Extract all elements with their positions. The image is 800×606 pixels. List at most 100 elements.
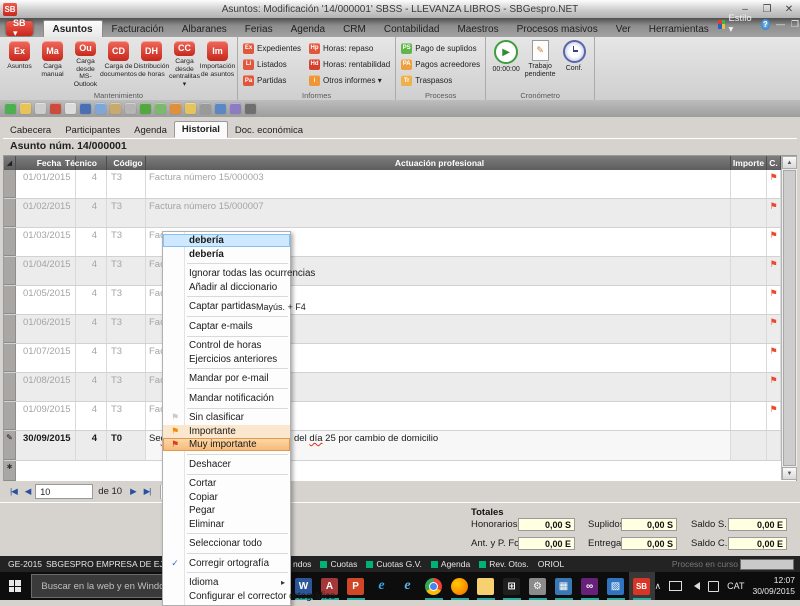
ribbon-button-traspasos[interactable]: TrTraspasos xyxy=(399,73,482,89)
start-button[interactable] xyxy=(0,572,29,600)
ribbon-tab-procesos-masivos[interactable]: Procesos masivos xyxy=(508,21,607,37)
scroll-up-icon[interactable]: ▲ xyxy=(782,156,797,169)
table-icon[interactable] xyxy=(215,103,226,114)
table-row-new[interactable]: ✱ xyxy=(4,461,796,482)
ribbon-tab-maestros[interactable]: Maestros xyxy=(448,21,507,37)
ribbon-button-pagos-acreedores[interactable]: PAPagos acreedores xyxy=(399,56,482,72)
cell-clasificacion[interactable]: ⚑ xyxy=(767,170,781,198)
menu-item-sin-clasificar[interactable]: ⚑Sin clasificar xyxy=(163,411,290,424)
column-header-codigo[interactable]: Código xyxy=(107,156,146,170)
menu-item-ejercicios-anteriores[interactable]: Ejercicios anteriores xyxy=(163,352,290,365)
table-row[interactable]: 01/06/20154T3Factu⚑ xyxy=(4,315,796,344)
ribbon-tab-asuntos[interactable]: Asuntos xyxy=(43,20,103,37)
ribbon-button-horas-repaso[interactable]: HpHoras: repaso xyxy=(307,40,392,56)
row-selector[interactable] xyxy=(4,373,16,401)
cell-clasificacion[interactable]: ⚑ xyxy=(767,257,781,285)
maximize-button[interactable]: ❐ xyxy=(756,2,778,17)
tab-participantes[interactable]: Participantes xyxy=(58,123,127,138)
taskbar-app-photos[interactable]: ▨ xyxy=(603,572,629,600)
taskbar-app-remote-desktop[interactable]: ▦ xyxy=(551,572,577,600)
ribbon-button-importación-de-asuntos[interactable]: ImImportación de asuntos xyxy=(202,40,233,89)
tab-historial[interactable]: Historial xyxy=(174,121,228,138)
first-record-button[interactable]: |◀ xyxy=(7,486,20,497)
menu-item-captar-partidas[interactable]: Captar partidasMayús. + F4 xyxy=(163,300,290,313)
ribbon-button-partidas[interactable]: PaPartidas xyxy=(241,73,303,89)
ribbon-tab-herramientas[interactable]: Herramientas xyxy=(640,21,718,37)
cell-clasificacion[interactable] xyxy=(767,431,781,460)
table-row[interactable]: 01/03/20154T3Factura número 15/000010⚑ xyxy=(4,228,796,257)
taskbar-app-powerpoint[interactable]: P xyxy=(343,572,369,600)
ribbon-button-otros-informes[interactable]: iOtros informes ▾ xyxy=(307,73,392,89)
ribbon-button-horas-rentabilidad[interactable]: HdHoras: rentabilidad xyxy=(307,56,392,72)
new-row-selector[interactable]: ✱ xyxy=(4,461,16,481)
close-button[interactable]: ✕ xyxy=(778,2,800,17)
menu-item-deber-a[interactable]: debería xyxy=(163,234,290,247)
cell-clasificacion[interactable]: ⚑ xyxy=(767,344,781,372)
taskbar-app-internet-explorer[interactable]: e xyxy=(395,572,421,600)
table-row[interactable]: 01/07/20154T3Factu⚑ xyxy=(4,344,796,373)
action-center-icon[interactable] xyxy=(708,581,719,592)
timer-start-button[interactable]: ▶00:00:00 xyxy=(489,40,523,74)
menu-item-configurar-el-corrector-ortogr-fico[interactable]: Configurar el corrector ortográfico xyxy=(163,589,290,602)
cell-clasificacion[interactable]: ⚑ xyxy=(767,402,781,430)
ribbon-button-listados[interactable]: LiListados xyxy=(241,56,303,72)
table-row[interactable]: 01/05/20154T3Factu⚑ xyxy=(4,286,796,315)
scrollbar-thumb[interactable] xyxy=(783,170,796,466)
cell-clasificacion[interactable]: ⚑ xyxy=(767,286,781,314)
ribbon-button-carga-manual[interactable]: MaCarga manual xyxy=(37,40,68,89)
cut-icon[interactable] xyxy=(125,103,136,114)
table-row[interactable]: 01/02/20154T3Factura número 15/000007⚑ xyxy=(4,199,796,228)
tray-chevron-icon[interactable]: ∧ xyxy=(655,581,662,592)
taskbar-app-edge[interactable]: e xyxy=(369,572,395,600)
row-selector[interactable] xyxy=(4,315,16,343)
tab-doc-económica[interactable]: Doc. económica xyxy=(228,123,310,138)
menu-item-deshacer[interactable]: Deshacer xyxy=(163,458,290,471)
menu-item-mandar-por-e-mail[interactable]: Mandar por e-mail xyxy=(163,372,290,385)
prev-record-button[interactable]: ◀ xyxy=(22,486,34,497)
taskbar-app-chrome[interactable] xyxy=(421,572,447,600)
cronometro-conf-button[interactable]: Conf. xyxy=(557,40,591,73)
trabajo-pendiente-button[interactable]: ✎Trabajo pendiente xyxy=(523,40,557,79)
scroll-down-icon[interactable]: ▼ xyxy=(782,467,797,480)
report-icon[interactable] xyxy=(170,103,181,114)
ribbon-tab-ferias[interactable]: Ferias xyxy=(236,21,282,37)
refresh-icon[interactable] xyxy=(140,103,151,114)
menu-item-deber-a[interactable]: debería xyxy=(163,247,290,260)
ribbon-button-carga-desde-ms-outlook[interactable]: OuCarga desde MS-Outlook xyxy=(70,40,101,89)
menu-item-pegar[interactable]: Pegar xyxy=(163,504,290,517)
connect-icon[interactable] xyxy=(5,103,16,114)
column-header-importe[interactable]: Importe xyxy=(731,156,767,170)
menu-item-ignorar-todas-las-ocurrencias[interactable]: Ignorar todas las ocurrencias xyxy=(163,267,290,280)
ribbon-button-asuntos[interactable]: ExAsuntos xyxy=(4,40,35,89)
cell-clasificacion[interactable]: ⚑ xyxy=(767,228,781,256)
table-row[interactable]: 01/08/20154T3Factu⚑ xyxy=(4,373,796,402)
row-selector[interactable] xyxy=(4,170,16,198)
menu-item-mandar-notificaci-n[interactable]: Mandar notificación xyxy=(163,392,290,405)
edit-document-icon[interactable] xyxy=(35,103,46,114)
row-selector[interactable] xyxy=(4,402,16,430)
record-number-input[interactable]: 10 xyxy=(35,484,93,499)
menu-item-importante[interactable]: ⚑Importante xyxy=(163,425,290,438)
grid-corner-sort-icon[interactable]: ◢ xyxy=(4,156,16,170)
menu-item-idioma[interactable]: Idioma▸ xyxy=(163,576,290,589)
menu-item-a-adir-al-diccionario[interactable]: Añadir al diccionario xyxy=(163,280,290,293)
ribbon-button-pago-de-suplidos[interactable]: PSPago de suplidos xyxy=(399,40,482,56)
row-selector[interactable] xyxy=(4,199,16,227)
ribbon-tab-crm[interactable]: CRM xyxy=(334,21,375,37)
taskbar-app-firefox[interactable] xyxy=(447,572,473,600)
cell-clasificacion[interactable]: ⚑ xyxy=(767,373,781,401)
menu-item-cortar[interactable]: Cortar xyxy=(163,477,290,490)
application-menu-button[interactable]: SB ▾ xyxy=(6,21,33,36)
table-row-editing[interactable]: ✎30/09/20154T0Se debdel día 25 por cambi… xyxy=(4,431,796,461)
table-row[interactable]: 01/01/20154T3Factura número 15/000003⚑ xyxy=(4,170,796,199)
menu-item-seleccionar-todo[interactable]: Seleccionar todo xyxy=(163,537,290,550)
sync-icon[interactable] xyxy=(155,103,166,114)
cell-clasificacion[interactable]: ⚑ xyxy=(767,199,781,227)
ribbon-minimize-icon[interactable]: — xyxy=(776,19,785,29)
column-header-c[interactable]: C. xyxy=(767,156,781,170)
more-dropdown-icon[interactable] xyxy=(245,103,256,114)
clock[interactable]: 12:07 30/09/2015 xyxy=(752,575,795,596)
taskbar-app-windows-store[interactable]: ⊞ xyxy=(499,572,525,600)
menu-item-muy-importante[interactable]: ⚑Muy importante xyxy=(163,438,290,451)
minimize-button[interactable]: – xyxy=(734,2,756,17)
